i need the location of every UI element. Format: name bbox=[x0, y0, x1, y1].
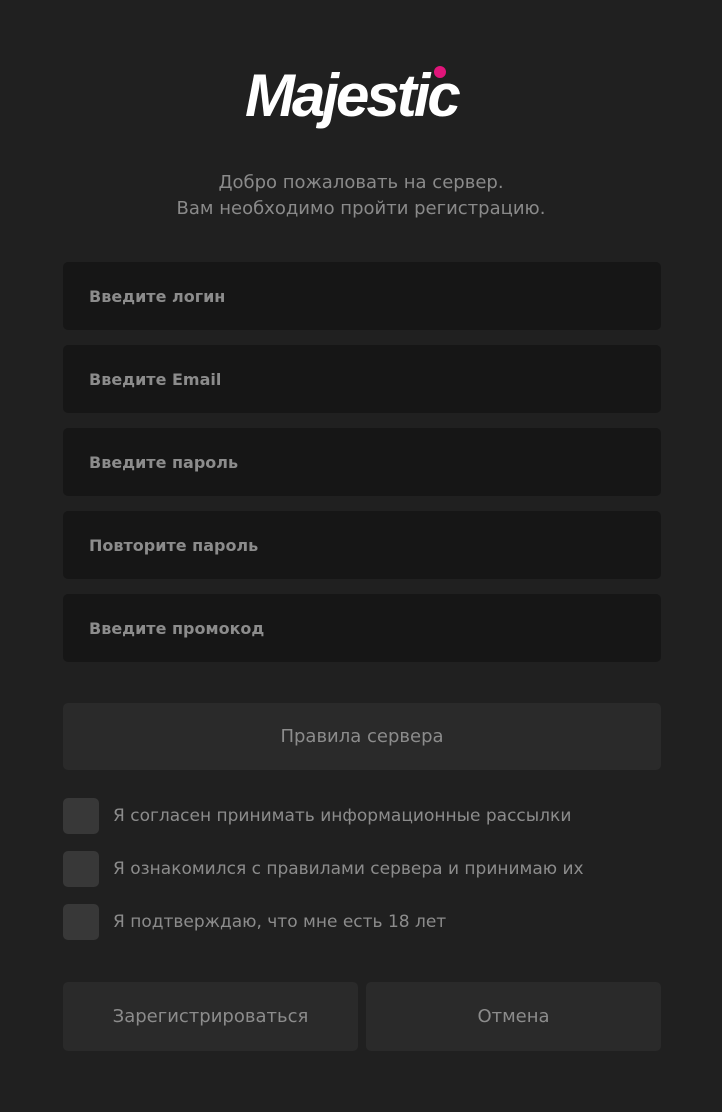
login-field-container bbox=[63, 262, 661, 330]
password-input[interactable] bbox=[89, 428, 661, 496]
logo-graphic: Majestic bbox=[245, 62, 463, 129]
email-field-container bbox=[63, 345, 661, 413]
checkbox-row-age[interactable]: Я подтверждаю, что мне есть 18 лет bbox=[63, 904, 683, 940]
welcome-line-2: Вам необходимо пройти регистрацию. bbox=[176, 198, 546, 219]
register-button[interactable]: Зарегистрироваться bbox=[63, 982, 358, 1051]
newsletter-checkbox[interactable] bbox=[63, 798, 99, 834]
majestic-logo: Majestic bbox=[0, 58, 722, 138]
password-repeat-input[interactable] bbox=[89, 511, 661, 579]
cancel-button[interactable]: Отмена bbox=[366, 982, 661, 1051]
agreement-checkboxes: Я согласен принимать информационные расс… bbox=[63, 798, 683, 957]
registration-form bbox=[63, 262, 661, 677]
promo-code-input[interactable] bbox=[89, 594, 661, 662]
logo-accent-dot bbox=[434, 66, 446, 78]
checkbox-row-rules[interactable]: Я ознакомился с правилами сервера и прин… bbox=[63, 851, 683, 887]
email-input[interactable] bbox=[89, 345, 661, 413]
welcome-line-1: Добро пожаловать на сервер. bbox=[218, 172, 504, 193]
promo-field-container bbox=[63, 594, 661, 662]
age-confirm-checkbox[interactable] bbox=[63, 904, 99, 940]
age-confirm-checkbox-label: Я подтверждаю, что мне есть 18 лет bbox=[113, 912, 447, 932]
password-field-container bbox=[63, 428, 661, 496]
newsletter-checkbox-label: Я согласен принимать информационные расс… bbox=[113, 806, 572, 826]
logo-wordmark: Majestic bbox=[245, 62, 460, 129]
rules-accept-checkbox[interactable] bbox=[63, 851, 99, 887]
welcome-message: Добро пожаловать на сервер. Вам необходи… bbox=[0, 170, 722, 222]
checkbox-row-newsletter[interactable]: Я согласен принимать информационные расс… bbox=[63, 798, 683, 834]
password-repeat-field-container bbox=[63, 511, 661, 579]
server-rules-button[interactable]: Правила сервера bbox=[63, 703, 661, 770]
login-input[interactable] bbox=[89, 262, 661, 330]
rules-accept-checkbox-label: Я ознакомился с правилами сервера и прин… bbox=[113, 859, 584, 879]
